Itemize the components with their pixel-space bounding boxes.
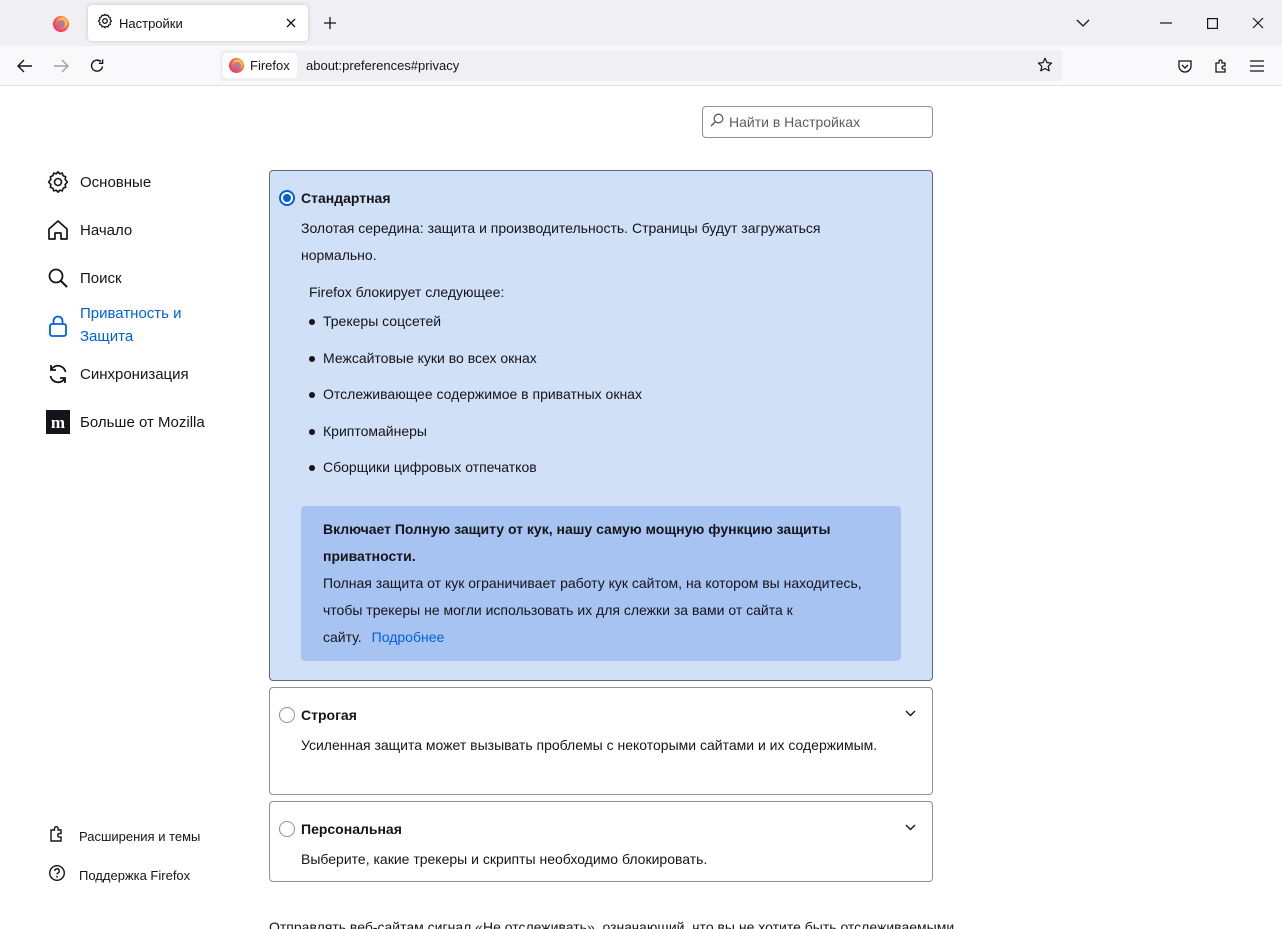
support-label: Поддержка Firefox	[79, 868, 191, 883]
puzzle-icon	[48, 825, 66, 848]
category-label: Начало	[80, 221, 133, 239]
category-label: Синхронизация	[80, 365, 189, 383]
forward-icon[interactable]	[47, 52, 75, 80]
category-search[interactable]: Поиск	[46, 266, 122, 290]
list-item: Трекеры соцсетей	[309, 311, 642, 348]
list-item: Межсайтовые куки во всех окнах	[309, 348, 642, 385]
strict-radio[interactable]	[279, 707, 295, 723]
protection-standard-card[interactable]: Стандартная Золотая середина: защита и п…	[269, 170, 933, 681]
new-tab-button[interactable]	[320, 13, 340, 33]
firefox-view-button[interactable]	[44, 8, 78, 40]
bookmark-star-icon[interactable]	[1034, 54, 1056, 76]
gear-icon	[46, 170, 70, 194]
category-more-from-mozilla[interactable]: m Больше от Mozilla	[46, 410, 205, 434]
lock-icon	[46, 314, 70, 338]
list-all-tabs-icon[interactable]	[1069, 9, 1097, 37]
tab-title: Настройки	[119, 15, 183, 31]
tab-settings[interactable]: Настройки	[88, 5, 308, 41]
custom-description: Выберите, какие трекеры и скрипты необхо…	[301, 851, 708, 867]
protection-strict-card[interactable]: Строгая Усиленная защита может вызывать …	[269, 687, 933, 795]
list-item: Криптомайнеры	[309, 421, 642, 458]
category-sync[interactable]: Синхронизация	[46, 362, 189, 386]
url-bar[interactable]: Firefox about:preferences#privacy	[220, 50, 1062, 81]
strict-title: Строгая	[301, 707, 357, 723]
custom-radio[interactable]	[279, 821, 295, 837]
close-tab-icon[interactable]	[282, 14, 300, 32]
category-label: Основные	[80, 173, 152, 191]
blocks-heading: Firefox блокирует следующее:	[309, 284, 505, 300]
total-cookie-protection-box: Включает Полную защиту от кук, нашу саму…	[301, 506, 901, 661]
settings-search[interactable]	[702, 106, 933, 138]
addons-link[interactable]: Расширения и темы	[48, 825, 200, 848]
mozilla-icon: m	[46, 410, 70, 434]
minimize-icon[interactable]	[1152, 9, 1180, 37]
standard-title: Стандартная	[301, 190, 391, 206]
category-general[interactable]: Основные	[46, 170, 151, 194]
category-privacy[interactable]: Приватность и Защита	[46, 302, 210, 348]
chevron-down-icon[interactable]	[903, 706, 917, 720]
firefox-logo-icon	[53, 16, 69, 32]
maximize-icon[interactable]	[1198, 9, 1226, 37]
firefox-logo-icon	[229, 58, 244, 73]
search-input[interactable]	[729, 114, 919, 130]
gear-icon	[97, 13, 113, 34]
tcp-heading: Включает Полную защиту от кук, нашу саму…	[323, 521, 831, 564]
identity-label: Firefox	[250, 58, 290, 73]
addons-label: Расширения и темы	[79, 829, 201, 844]
sync-icon	[46, 362, 70, 386]
support-link[interactable]: Поддержка Firefox	[48, 864, 190, 887]
category-label: Поиск	[80, 269, 122, 287]
identity-box[interactable]: Firefox	[223, 53, 297, 78]
svg-text:m: m	[51, 413, 65, 432]
url-text[interactable]: about:preferences#privacy	[306, 58, 459, 73]
chevron-down-icon[interactable]	[903, 820, 917, 834]
blocked-list: Трекеры соцсетей Межсайтовые куки во все…	[309, 311, 642, 494]
help-icon	[48, 864, 66, 887]
category-label: Приватность и Защита	[80, 305, 182, 345]
category-label: Больше от Mozilla	[80, 413, 205, 431]
list-item: Сборщики цифровых отпечатков	[309, 457, 642, 494]
preferences-page: Основные Начало Поиск Приватность и Защи…	[0, 87, 1282, 929]
reload-icon[interactable]	[83, 52, 111, 80]
pocket-icon[interactable]	[1171, 52, 1199, 80]
protection-custom-card[interactable]: Персональная Выберите, какие трекеры и с…	[269, 801, 933, 882]
app-menu-icon[interactable]	[1243, 52, 1271, 80]
close-window-icon[interactable]	[1244, 9, 1272, 37]
search-icon	[46, 266, 70, 290]
standard-radio[interactable]	[279, 190, 295, 206]
learn-more-link[interactable]: Подробнее	[372, 629, 445, 645]
search-icon	[710, 113, 724, 132]
extensions-icon[interactable]	[1207, 52, 1235, 80]
list-item: Отслеживающее содержимое в приватных окн…	[309, 384, 642, 421]
back-icon[interactable]	[11, 52, 39, 80]
category-home[interactable]: Начало	[46, 218, 132, 242]
custom-title: Персональная	[301, 821, 402, 837]
strict-description: Усиленная защита может вызывать проблемы…	[301, 737, 878, 753]
home-icon	[46, 218, 70, 242]
navigation-toolbar: Firefox about:preferences#privacy	[0, 46, 1282, 86]
standard-description: Золотая середина: защита и производитель…	[301, 220, 821, 263]
do-not-track-text: Отправлять веб-сайтам сигнал «Не отслежи…	[269, 919, 955, 929]
tab-strip: Настройки	[0, 0, 1282, 46]
